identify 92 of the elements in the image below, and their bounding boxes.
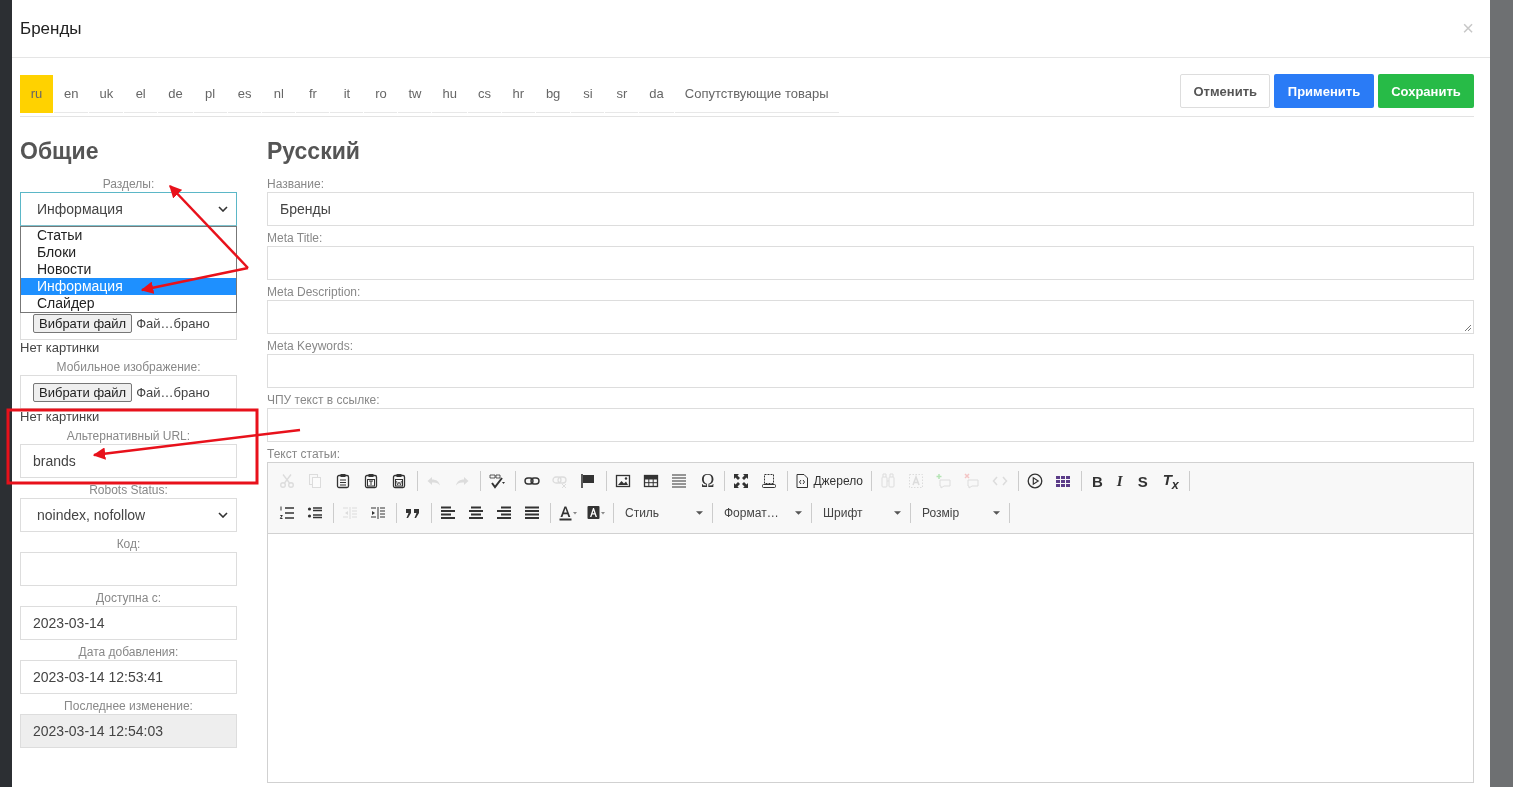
no-image-note: Нет картинки bbox=[20, 340, 101, 356]
char-button[interactable]: Ω bbox=[694, 470, 722, 492]
choose-file-button[interactable]: Вибрати файл bbox=[33, 382, 133, 402]
toolbar-dropdown[interactable]: Формат… bbox=[716, 506, 808, 520]
toolbar-dropdown[interactable]: Шрифт bbox=[815, 506, 907, 520]
clear-button[interactable]: T$_{x}$ bbox=[1155, 470, 1186, 492]
language-tab[interactable]: hu bbox=[432, 75, 467, 113]
language-tab[interactable]: sr bbox=[605, 75, 639, 113]
input-field[interactable] bbox=[267, 246, 1474, 280]
language-tab[interactable]: tw bbox=[398, 75, 432, 113]
field-label: Дата добавления: bbox=[77, 644, 180, 660]
no-image-note: Нет картинки bbox=[20, 409, 101, 425]
text-color-icon[interactable] bbox=[559, 505, 577, 521]
field-label: Код: bbox=[115, 536, 142, 552]
resize-handle-icon[interactable] bbox=[1464, 324, 1472, 332]
input-field[interactable]: 2023-03-14 12:53:41 bbox=[20, 660, 237, 694]
field-label: Мобильное изображение: bbox=[55, 359, 202, 375]
indent-icon[interactable] bbox=[370, 505, 388, 521]
language-tab[interactable]: es bbox=[227, 75, 262, 113]
background-color-icon[interactable] bbox=[587, 505, 605, 521]
dropdown-option[interactable]: Статьи bbox=[21, 227, 236, 244]
strike-button[interactable]: S bbox=[1129, 472, 1156, 490]
cancel-button[interactable]: Отменить bbox=[1180, 74, 1270, 108]
play-icon[interactable] bbox=[1027, 473, 1045, 489]
file-name: Фай…брано bbox=[136, 384, 210, 400]
language-tab[interactable]: bg bbox=[535, 75, 571, 113]
caret-icon bbox=[696, 511, 703, 515]
caret-icon bbox=[993, 511, 1000, 515]
language-tab[interactable]: uk bbox=[89, 75, 124, 113]
section-heading: Русский bbox=[267, 137, 361, 165]
toolbar-dropdown[interactable]: Розмір bbox=[914, 506, 1006, 520]
input-field[interactable]: Бренды bbox=[267, 192, 1474, 226]
field-label: Название: bbox=[267, 176, 325, 192]
chevron-down-icon bbox=[218, 206, 228, 212]
field-label: ЧПУ текст в ссылке: bbox=[267, 392, 381, 408]
field-label: Доступна с: bbox=[94, 590, 162, 606]
dropdown-option[interactable]: Слайдер bbox=[21, 295, 236, 312]
file-name: Фай…брано bbox=[136, 315, 210, 331]
language-tab[interactable]: ru bbox=[20, 75, 53, 113]
select-field[interactable]: noindex, nofollow bbox=[20, 498, 237, 532]
language-tab[interactable]: ro bbox=[364, 75, 398, 113]
input-field[interactable] bbox=[267, 354, 1474, 388]
select-field[interactable]: Информация bbox=[20, 192, 237, 226]
bullet-list-icon[interactable] bbox=[307, 505, 325, 521]
dialog-title: Бренды bbox=[20, 18, 82, 39]
language-tab[interactable]: da bbox=[639, 75, 674, 113]
caret-icon bbox=[795, 511, 802, 515]
table-icon[interactable] bbox=[643, 473, 661, 489]
italic-button[interactable]: I bbox=[1109, 472, 1130, 490]
input-field[interactable]: brands bbox=[20, 444, 237, 478]
field-label: Meta Keywords: bbox=[267, 338, 355, 354]
language-tab[interactable]: si bbox=[571, 75, 605, 113]
language-tab[interactable]: nl bbox=[262, 75, 296, 113]
grid-icon[interactable] bbox=[1055, 473, 1073, 489]
lines-icon[interactable] bbox=[671, 473, 689, 489]
source-button[interactable]: Джерело bbox=[791, 474, 868, 488]
apply-button[interactable]: Применить bbox=[1274, 74, 1374, 108]
align-justify-icon[interactable] bbox=[524, 505, 542, 521]
dropdown-option[interactable]: Блоки bbox=[21, 244, 236, 261]
language-tab[interactable]: pl bbox=[193, 75, 227, 113]
language-tab[interactable]: it bbox=[330, 75, 364, 113]
input-field[interactable]: 2023-03-14 bbox=[20, 606, 237, 640]
language-tab[interactable]: hr bbox=[501, 75, 535, 113]
choose-file-button[interactable]: Вибрати файл bbox=[33, 313, 133, 333]
toolbar-dropdown[interactable]: Стиль bbox=[617, 506, 709, 520]
section-heading: Общие bbox=[20, 137, 100, 165]
field-label: Robots Status: bbox=[88, 482, 169, 498]
chevron-down-icon bbox=[218, 512, 228, 518]
image-icon[interactable] bbox=[615, 473, 633, 489]
field-label: Альтернативный URL: bbox=[65, 428, 192, 444]
field-label: Текст статьи: bbox=[267, 446, 342, 462]
spellcheck-icon[interactable] bbox=[489, 473, 507, 489]
language-tab[interactable]: el bbox=[124, 75, 158, 113]
input-field[interactable] bbox=[267, 408, 1474, 442]
input-field[interactable] bbox=[20, 552, 237, 586]
language-tab[interactable]: Сопутствующие товары bbox=[674, 75, 839, 113]
numbered-list-icon[interactable] bbox=[279, 505, 297, 521]
align-right-icon[interactable] bbox=[496, 505, 514, 521]
field-label: Последнее изменение: bbox=[63, 698, 194, 714]
caret-icon bbox=[894, 511, 901, 515]
document-icon bbox=[796, 474, 809, 488]
language-tab[interactable]: fr bbox=[296, 75, 330, 113]
language-tab[interactable]: de bbox=[158, 75, 193, 113]
language-tab[interactable]: en bbox=[54, 75, 89, 113]
align-center-icon[interactable] bbox=[468, 505, 486, 521]
bold-button[interactable]: B bbox=[1085, 472, 1110, 490]
field-label: Meta Description: bbox=[267, 284, 362, 300]
language-tab[interactable]: cs bbox=[467, 75, 501, 113]
field-label: Разделы: bbox=[101, 176, 156, 192]
align-left-icon[interactable] bbox=[440, 505, 458, 521]
dropdown-option[interactable]: Новости bbox=[21, 261, 236, 278]
field-label: Meta Title: bbox=[267, 230, 324, 246]
